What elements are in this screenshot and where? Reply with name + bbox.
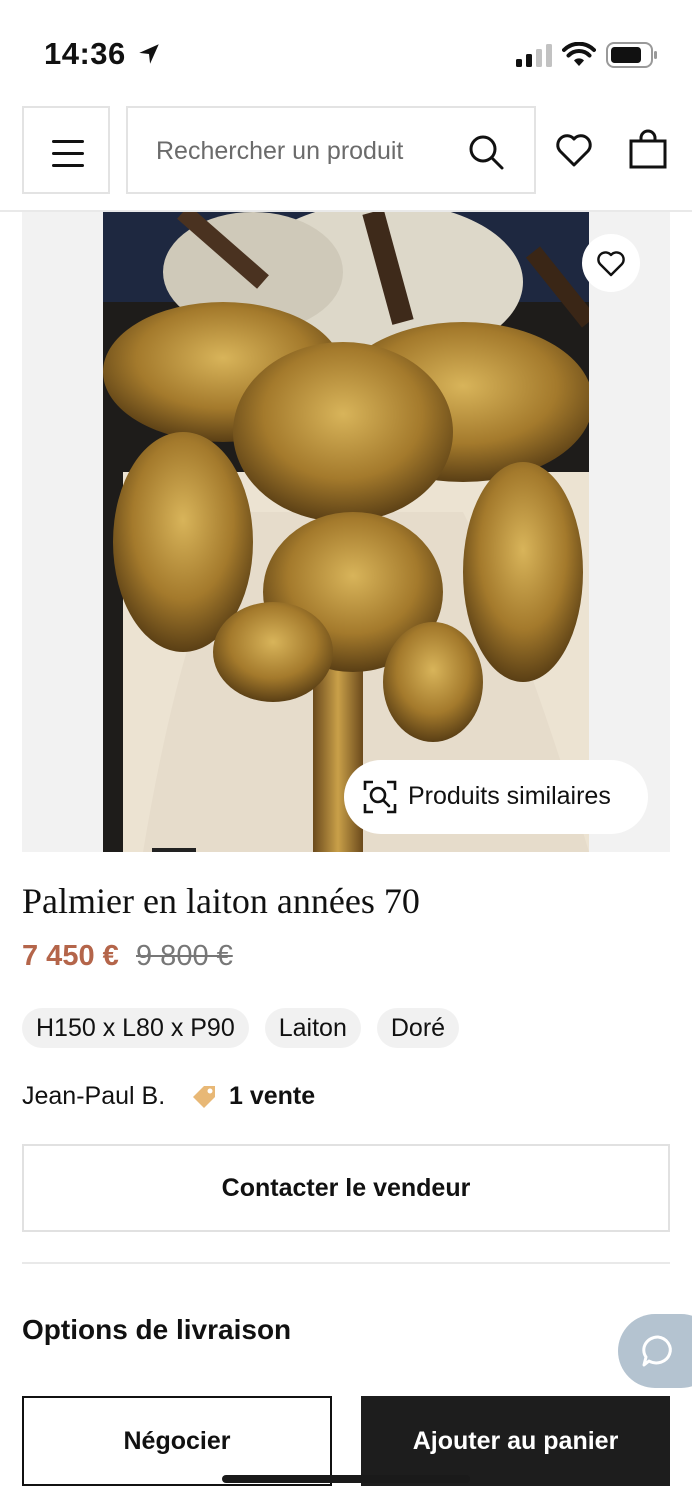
similar-products-button[interactable]: Produits similaires xyxy=(344,760,648,834)
similar-products-label: Produits similaires xyxy=(408,782,611,810)
contact-seller-button[interactable]: Contacter le vendeur xyxy=(22,1144,670,1232)
tag-material: Laiton xyxy=(264,1008,361,1048)
status-bar: 14:36 xyxy=(0,0,692,100)
product-photo xyxy=(103,212,589,852)
product-title: Palmier en laiton années 70 xyxy=(22,881,420,921)
seller-sales-count: 1 vente xyxy=(229,1082,316,1110)
bag-icon[interactable] xyxy=(628,128,668,170)
search-input[interactable] xyxy=(156,134,456,168)
menu-icon xyxy=(52,140,84,143)
product-old-price: 9 800 € xyxy=(136,940,233,972)
menu-button[interactable] xyxy=(22,106,110,194)
menu-icon-line xyxy=(52,164,84,167)
chat-button[interactable] xyxy=(618,1314,692,1388)
tag-color: Doré xyxy=(376,1008,460,1048)
home-indicator[interactable] xyxy=(222,1475,470,1483)
menu-icon-line xyxy=(52,152,84,155)
product-price: 7 450 € xyxy=(22,940,119,972)
wifi-icon xyxy=(562,42,596,66)
favorite-button[interactable] xyxy=(582,234,640,292)
battery-icon xyxy=(606,42,657,68)
tag-dimensions: H150 x L80 x P90 xyxy=(22,1008,249,1048)
product-gallery[interactable]: Produits similaires xyxy=(22,212,670,852)
heart-icon xyxy=(597,251,625,277)
negotiate-button[interactable]: Négocier xyxy=(22,1396,332,1486)
top-header xyxy=(0,100,692,212)
wishlist-heart-icon[interactable] xyxy=(554,130,594,170)
search-box[interactable] xyxy=(126,106,536,194)
signal-icon xyxy=(516,44,552,67)
tag-icon xyxy=(193,1086,215,1108)
gallery-page-indicator xyxy=(152,848,196,852)
location-arrow-icon xyxy=(139,44,159,64)
section-divider xyxy=(22,1262,670,1264)
seller-name[interactable]: Jean-Paul B. xyxy=(22,1082,165,1111)
chat-icon xyxy=(642,1335,672,1367)
search-icon[interactable] xyxy=(466,132,506,172)
product-tags: H150 x L80 x P90 Laiton Doré xyxy=(22,1008,460,1048)
status-time: 14:36 xyxy=(44,36,126,71)
shipping-options-heading[interactable]: Options de livraison xyxy=(22,1314,291,1346)
add-to-cart-button[interactable]: Ajouter au panier xyxy=(361,1396,670,1486)
visual-search-icon xyxy=(363,780,397,814)
